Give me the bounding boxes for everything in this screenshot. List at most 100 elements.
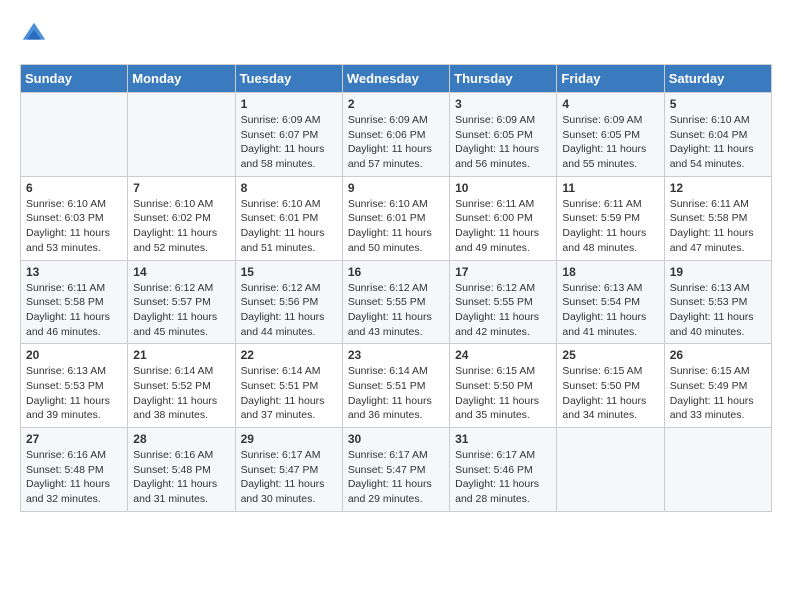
logo — [20, 20, 52, 48]
day-cell: 31Sunrise: 6:17 AM Sunset: 5:46 PM Dayli… — [450, 428, 557, 512]
day-detail: Sunrise: 6:15 AM Sunset: 5:50 PM Dayligh… — [562, 364, 658, 423]
day-cell: 26 Sunrise: 6:15 AM Sunset: 5:49 PM Dayli… — [664, 344, 771, 428]
day-cell: 18 Sunrise: 6:13 AM Sunset: 5:54 PM Dayli… — [557, 260, 664, 344]
week-row-5: 27 Sunrise: 6:16 AM Sunset: 5:48 PM Dayli… — [21, 428, 772, 512]
day-detail: Sunrise: 6:15 AM Sunset: 5:49 PM Dayligh… — [670, 364, 766, 423]
calendar-header: SundayMondayTuesdayWednesdayThursdayFrid… — [21, 65, 772, 93]
day-cell: 23 Sunrise: 6:14 AM Sunset: 5:51 PM Dayli… — [342, 344, 449, 428]
day-number: 19 — [670, 265, 766, 279]
day-cell: 10 Sunrise: 6:11 AM Sunset: 6:00 PM Dayli… — [450, 176, 557, 260]
day-cell: 14Sunrise: 6:12 AM Sunset: 5:57 PM Dayli… — [128, 260, 235, 344]
calendar-body: 1 Sunrise: 6:09 AM Sunset: 6:07 PM Daylig… — [21, 93, 772, 512]
day-cell — [557, 428, 664, 512]
day-cell: 13 Sunrise: 6:11 AM Sunset: 5:58 PM Dayli… — [21, 260, 128, 344]
day-detail: Sunrise: 6:13 AM Sunset: 5:54 PM Dayligh… — [562, 281, 658, 340]
weekday-friday: Friday — [557, 65, 664, 93]
day-detail: Sunrise: 6:17 AM Sunset: 5:47 PM Dayligh… — [348, 448, 444, 507]
day-number: 18 — [562, 265, 658, 279]
day-detail: Sunrise: 6:09 AM Sunset: 6:07 PM Dayligh… — [241, 113, 337, 172]
day-detail: Sunrise: 6:11 AM Sunset: 6:00 PM Dayligh… — [455, 197, 551, 256]
day-cell: 15Sunrise: 6:12 AM Sunset: 5:56 PM Dayli… — [235, 260, 342, 344]
day-detail: Sunrise: 6:13 AM Sunset: 5:53 PM Dayligh… — [26, 364, 122, 423]
day-detail: Sunrise: 6:09 AM Sunset: 6:05 PM Dayligh… — [455, 113, 551, 172]
day-cell: 2 Sunrise: 6:09 AM Sunset: 6:06 PM Daylig… — [342, 93, 449, 177]
day-number: 16 — [348, 265, 444, 279]
day-number: 25 — [562, 348, 658, 362]
day-number: 3 — [455, 97, 551, 111]
day-number: 13 — [26, 265, 122, 279]
page-header — [20, 20, 772, 48]
day-number: 31 — [455, 432, 551, 446]
day-number: 15 — [241, 265, 337, 279]
weekday-wednesday: Wednesday — [342, 65, 449, 93]
day-number: 5 — [670, 97, 766, 111]
day-cell: 9Sunrise: 6:10 AM Sunset: 6:01 PM Daylig… — [342, 176, 449, 260]
day-detail: Sunrise: 6:16 AM Sunset: 5:48 PM Dayligh… — [26, 448, 122, 507]
day-number: 22 — [241, 348, 337, 362]
day-number: 10 — [455, 181, 551, 195]
day-number: 11 — [562, 181, 658, 195]
day-detail: Sunrise: 6:11 AM Sunset: 5:59 PM Dayligh… — [562, 197, 658, 256]
day-number: 8 — [241, 181, 337, 195]
day-detail: Sunrise: 6:10 AM Sunset: 6:03 PM Dayligh… — [26, 197, 122, 256]
day-number: 28 — [133, 432, 229, 446]
day-cell — [664, 428, 771, 512]
day-detail: Sunrise: 6:09 AM Sunset: 6:06 PM Dayligh… — [348, 113, 444, 172]
day-number: 6 — [26, 181, 122, 195]
day-number: 26 — [670, 348, 766, 362]
day-detail: Sunrise: 6:13 AM Sunset: 5:53 PM Dayligh… — [670, 281, 766, 340]
weekday-thursday: Thursday — [450, 65, 557, 93]
day-number: 12 — [670, 181, 766, 195]
day-cell: 30 Sunrise: 6:17 AM Sunset: 5:47 PM Dayli… — [342, 428, 449, 512]
day-cell: 21 Sunrise: 6:14 AM Sunset: 5:52 PM Dayli… — [128, 344, 235, 428]
day-number: 17 — [455, 265, 551, 279]
day-number: 23 — [348, 348, 444, 362]
day-number: 9 — [348, 181, 444, 195]
day-cell — [128, 93, 235, 177]
day-detail: Sunrise: 6:14 AM Sunset: 5:51 PM Dayligh… — [348, 364, 444, 423]
day-cell: 16 Sunrise: 6:12 AM Sunset: 5:55 PM Dayli… — [342, 260, 449, 344]
day-detail: Sunrise: 6:10 AM Sunset: 6:04 PM Dayligh… — [670, 113, 766, 172]
day-number: 2 — [348, 97, 444, 111]
day-detail: Sunrise: 6:14 AM Sunset: 5:52 PM Dayligh… — [133, 364, 229, 423]
week-row-2: 6 Sunrise: 6:10 AM Sunset: 6:03 PM Daylig… — [21, 176, 772, 260]
day-cell: 12 Sunrise: 6:11 AM Sunset: 5:58 PM Dayli… — [664, 176, 771, 260]
day-cell: 28 Sunrise: 6:16 AM Sunset: 5:48 PM Dayli… — [128, 428, 235, 512]
day-cell: 17 Sunrise: 6:12 AM Sunset: 5:55 PM Dayli… — [450, 260, 557, 344]
day-cell: 20Sunrise: 6:13 AM Sunset: 5:53 PM Dayli… — [21, 344, 128, 428]
day-number: 4 — [562, 97, 658, 111]
day-number: 7 — [133, 181, 229, 195]
day-cell: 24Sunrise: 6:15 AM Sunset: 5:50 PM Dayli… — [450, 344, 557, 428]
day-number: 1 — [241, 97, 337, 111]
week-row-4: 20Sunrise: 6:13 AM Sunset: 5:53 PM Dayli… — [21, 344, 772, 428]
day-cell — [21, 93, 128, 177]
day-detail: Sunrise: 6:17 AM Sunset: 5:47 PM Dayligh… — [241, 448, 337, 507]
day-detail: Sunrise: 6:10 AM Sunset: 6:02 PM Dayligh… — [133, 197, 229, 256]
day-cell: 1 Sunrise: 6:09 AM Sunset: 6:07 PM Daylig… — [235, 93, 342, 177]
logo-icon — [20, 20, 48, 48]
day-cell: 8Sunrise: 6:10 AM Sunset: 6:01 PM Daylig… — [235, 176, 342, 260]
weekday-tuesday: Tuesday — [235, 65, 342, 93]
day-detail: Sunrise: 6:12 AM Sunset: 5:55 PM Dayligh… — [348, 281, 444, 340]
day-cell: 3 Sunrise: 6:09 AM Sunset: 6:05 PM Daylig… — [450, 93, 557, 177]
day-detail: Sunrise: 6:11 AM Sunset: 5:58 PM Dayligh… — [26, 281, 122, 340]
weekday-sunday: Sunday — [21, 65, 128, 93]
day-number: 27 — [26, 432, 122, 446]
calendar-table: SundayMondayTuesdayWednesdayThursdayFrid… — [20, 64, 772, 512]
day-cell: 19 Sunrise: 6:13 AM Sunset: 5:53 PM Dayli… — [664, 260, 771, 344]
weekday-header-row: SundayMondayTuesdayWednesdayThursdayFrid… — [21, 65, 772, 93]
day-cell: 27 Sunrise: 6:16 AM Sunset: 5:48 PM Dayli… — [21, 428, 128, 512]
week-row-3: 13 Sunrise: 6:11 AM Sunset: 5:58 PM Dayli… — [21, 260, 772, 344]
day-detail: Sunrise: 6:12 AM Sunset: 5:57 PM Dayligh… — [133, 281, 229, 340]
day-cell: 25 Sunrise: 6:15 AM Sunset: 5:50 PM Dayli… — [557, 344, 664, 428]
day-detail: Sunrise: 6:11 AM Sunset: 5:58 PM Dayligh… — [670, 197, 766, 256]
day-detail: Sunrise: 6:16 AM Sunset: 5:48 PM Dayligh… — [133, 448, 229, 507]
day-cell: 7 Sunrise: 6:10 AM Sunset: 6:02 PM Daylig… — [128, 176, 235, 260]
weekday-monday: Monday — [128, 65, 235, 93]
day-detail: Sunrise: 6:09 AM Sunset: 6:05 PM Dayligh… — [562, 113, 658, 172]
day-number: 30 — [348, 432, 444, 446]
day-number: 21 — [133, 348, 229, 362]
day-number: 24 — [455, 348, 551, 362]
day-cell: 6 Sunrise: 6:10 AM Sunset: 6:03 PM Daylig… — [21, 176, 128, 260]
day-detail: Sunrise: 6:12 AM Sunset: 5:55 PM Dayligh… — [455, 281, 551, 340]
